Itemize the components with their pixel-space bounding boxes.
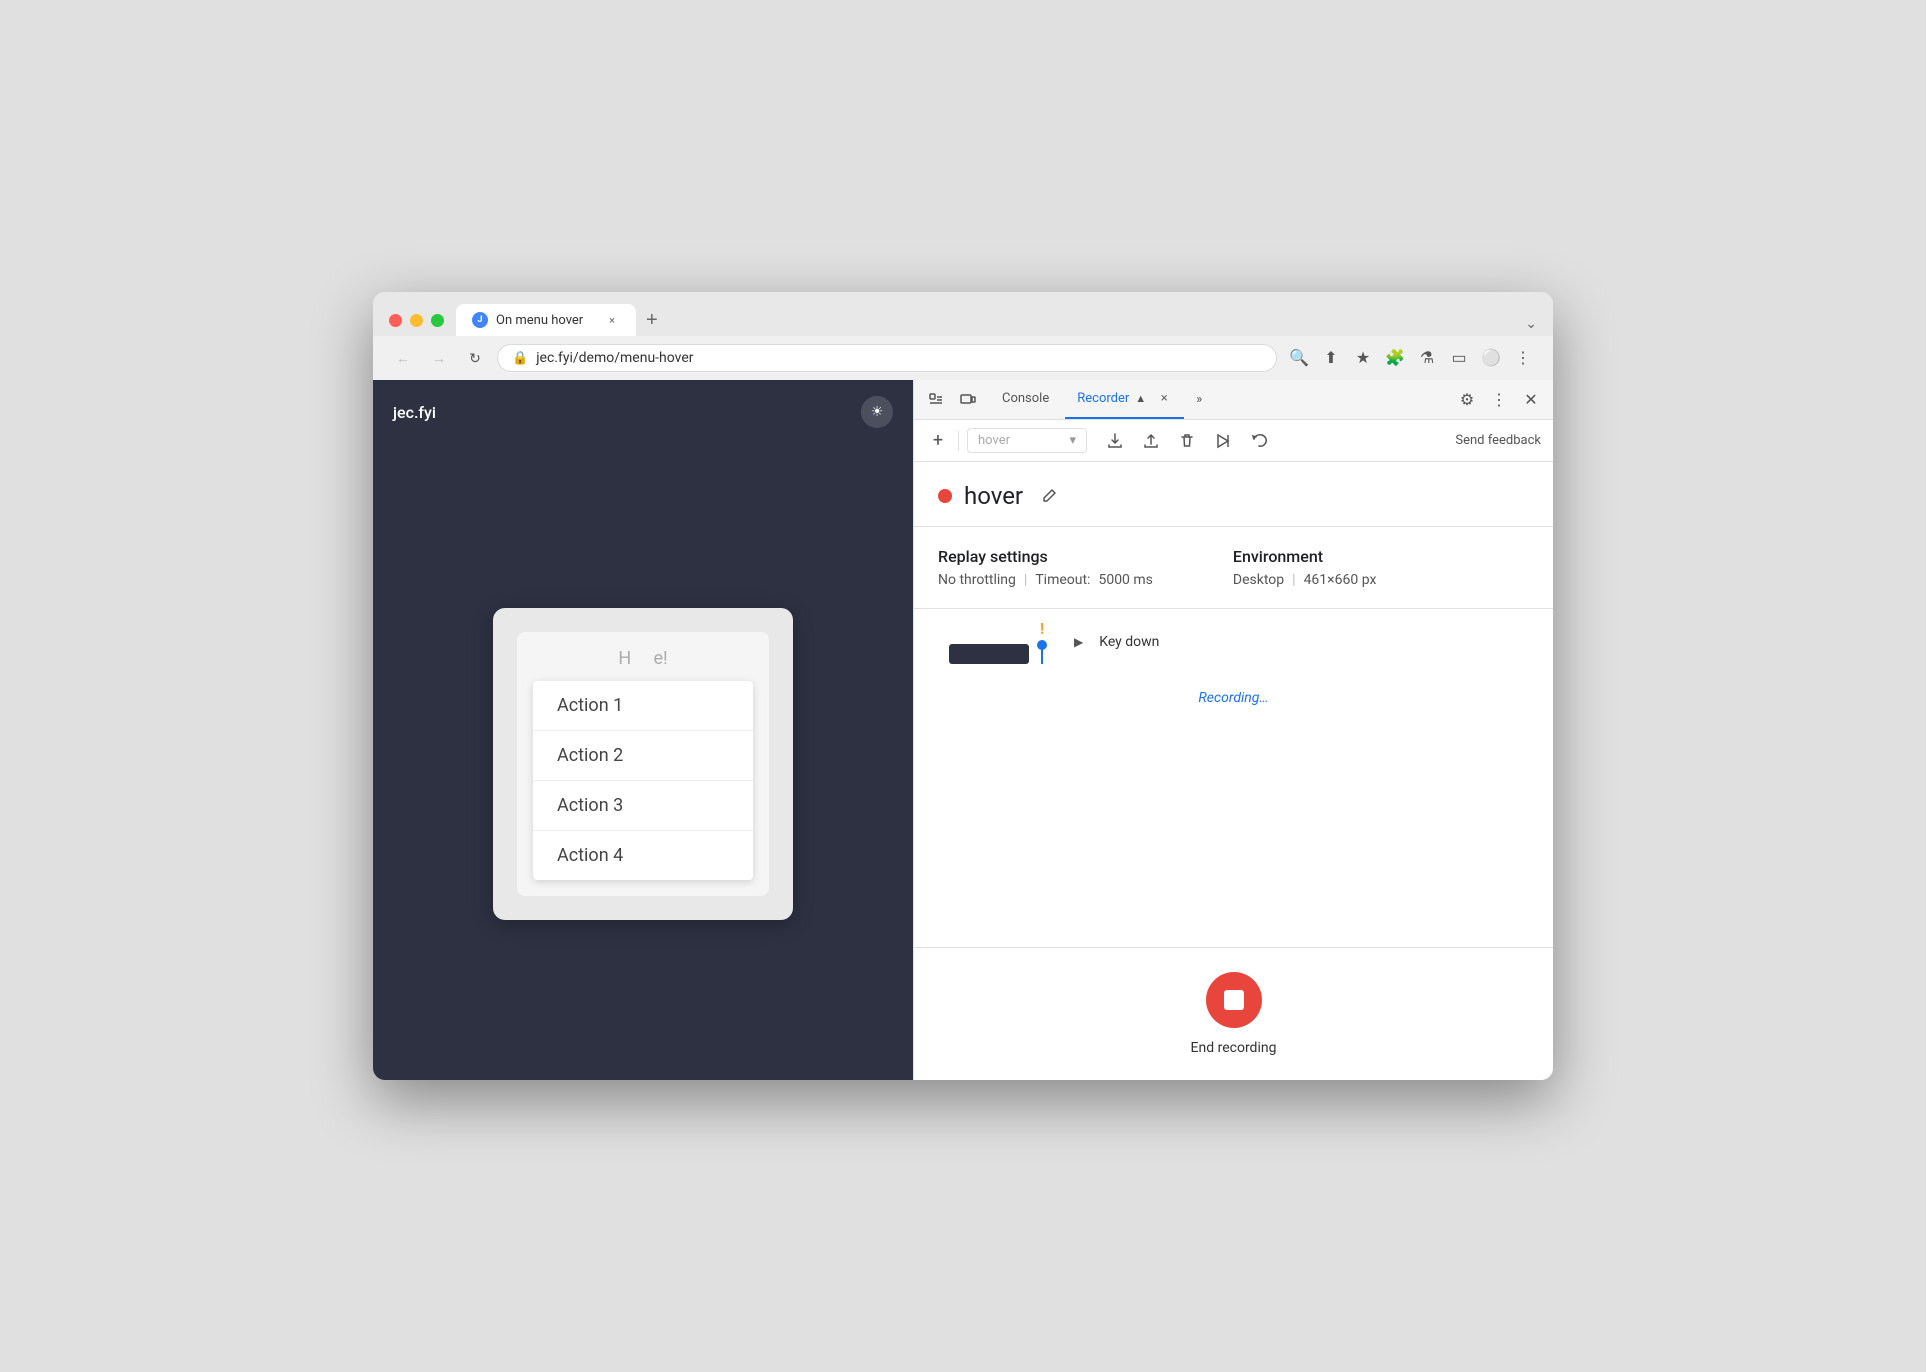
extension-icon-btn[interactable]: 🧩: [1381, 344, 1409, 372]
replay-settings-section: Replay settings No throttling | Timeout:…: [914, 527, 1553, 609]
delete-button[interactable]: [1171, 427, 1203, 455]
end-recording-label: End recording: [1191, 1040, 1277, 1056]
active-tab[interactable]: J On menu hover ×: [456, 304, 636, 336]
tab-bar: J On menu hover × + ⌄: [456, 304, 1537, 336]
step-keydown-label: Key down: [1099, 634, 1159, 650]
tab-close-button[interactable]: ×: [604, 312, 620, 328]
tab-bar-chevron: ⌄: [1525, 313, 1537, 336]
address-bar[interactable]: 🔒 jec.fyi/demo/menu-hover: [497, 344, 1277, 372]
end-recording-button[interactable]: [1206, 972, 1262, 1028]
step-timeline: !: [938, 619, 1058, 664]
recording-header: hover: [914, 462, 1553, 527]
tab-label: On menu hover: [496, 313, 596, 328]
search-icon-btn[interactable]: 🔍: [1285, 344, 1313, 372]
environment-col: Environment Desktop | 461×660 px: [1233, 547, 1377, 588]
edit-recording-name-button[interactable]: [1035, 482, 1063, 510]
minimize-button[interactable]: [410, 314, 423, 327]
demo-card-inner: H e! Action 1 Action 2 Action 3: [517, 632, 769, 896]
replay-button[interactable]: [1207, 427, 1239, 455]
theme-toggle-button[interactable]: ☀: [861, 396, 893, 428]
main-content: jec.fyi ☀ H e! Action 1 Action 2: [373, 380, 1553, 1080]
recording-indicator-dot: [938, 489, 952, 503]
dropdown-arrow-icon: ▾: [1069, 433, 1076, 448]
bookmark-icon-btn[interactable]: ★: [1349, 344, 1377, 372]
tab-console[interactable]: Console: [990, 380, 1061, 419]
recorder-action-buttons: [1099, 427, 1275, 455]
devtools-more-menu-button[interactable]: ⋮: [1485, 386, 1513, 414]
menu-item-2[interactable]: Action 2: [533, 731, 753, 781]
devtools-left-icons: [922, 386, 982, 414]
nav-icons: 🔍 ⬆ ★ 🧩 ⚗ ▭ ⚪ ⋮: [1285, 344, 1537, 372]
menu-item-1[interactable]: Action 1: [533, 681, 753, 731]
step-keydown-item[interactable]: ! ▶ Key down: [914, 609, 1553, 674]
dropdown-menu: Action 1 Action 2 Action 3 Action 4: [533, 681, 753, 880]
environment-detail: Desktop | 461×660 px: [1233, 572, 1377, 588]
stop-icon: [1224, 990, 1244, 1010]
traffic-lights: [389, 314, 444, 327]
nav-bar: ← → ↻ 🔒 jec.fyi/demo/menu-hover 🔍 ⬆ ★ 🧩 …: [373, 336, 1553, 380]
reload-button[interactable]: ↻: [461, 344, 489, 372]
browser-window: J On menu hover × + ⌄ ← → ↻ 🔒 jec.fyi/de…: [373, 292, 1553, 1080]
address-text: jec.fyi/demo/menu-hover: [536, 350, 1262, 366]
timeout-label: Timeout:: [1035, 572, 1090, 588]
menu-item-4[interactable]: Action 4: [533, 831, 753, 880]
recording-name-label: hover: [964, 482, 1023, 510]
share-icon-btn[interactable]: ⬆: [1317, 344, 1345, 372]
inspect-icon-btn[interactable]: [922, 386, 950, 414]
profile-icon-btn[interactable]: ⚪: [1477, 344, 1505, 372]
devtools-tab-bar: Console Recorder ▲ × » ⚙ ⋮ ✕: [914, 380, 1553, 420]
add-recording-button[interactable]: +: [926, 429, 950, 453]
site-header: jec.fyi ☀: [373, 380, 913, 444]
sidebar-icon-btn[interactable]: ▭: [1445, 344, 1473, 372]
replay-settings-col: Replay settings No throttling | Timeout:…: [938, 547, 1153, 588]
menu-icon-btn[interactable]: ⋮: [1509, 344, 1537, 372]
website-panel: jec.fyi ☀ H e! Action 1 Action 2: [373, 380, 913, 1080]
recording-selector-dropdown[interactable]: hover ▾: [967, 428, 1087, 453]
send-feedback-link[interactable]: Send feedback: [1455, 433, 1541, 448]
site-body: H e! Action 1 Action 2 Action 3: [373, 444, 913, 1080]
recorder-toolbar: + hover ▾: [914, 420, 1553, 462]
recording-status-label: Recording…: [914, 674, 1553, 722]
tab-recorder[interactable]: Recorder ▲ ×: [1065, 380, 1184, 419]
dimensions-label: 461×660 px: [1304, 572, 1377, 588]
demo-card: H e! Action 1 Action 2 Action 3: [493, 608, 793, 920]
device-label: Desktop: [1233, 572, 1284, 588]
devtools-settings-bar: ⚙ ⋮ ✕: [1453, 386, 1545, 414]
maximize-button[interactable]: [431, 314, 444, 327]
forward-button[interactable]: →: [425, 344, 453, 372]
device-icon-btn[interactable]: [954, 386, 982, 414]
tab-favicon: J: [472, 312, 488, 328]
step-expand-icon[interactable]: ▶: [1074, 635, 1083, 649]
steps-section: ! ▶ Key down Recording…: [914, 609, 1553, 947]
end-recording-section: End recording: [914, 947, 1553, 1080]
environment-title: Environment: [1233, 547, 1377, 566]
settings-gear-button[interactable]: ⚙: [1453, 386, 1481, 414]
card-text: H e!: [533, 648, 753, 669]
recorder-tab-close[interactable]: ×: [1156, 391, 1172, 407]
import-button[interactable]: [1135, 427, 1167, 455]
timeout-value: 5000 ms: [1098, 572, 1152, 588]
close-button[interactable]: [389, 314, 402, 327]
step-timeline-bar: [949, 644, 1029, 664]
site-logo: jec.fyi: [393, 403, 436, 422]
replay-settings-detail: No throttling | Timeout: 5000 ms: [938, 572, 1153, 588]
flask-icon-btn[interactable]: ⚗: [1413, 344, 1441, 372]
toolbar-divider: [958, 431, 959, 451]
step-vertical-line: [1041, 648, 1043, 664]
devtools-panel: Console Recorder ▲ × » ⚙ ⋮ ✕ +: [913, 380, 1553, 1080]
replay-settings-title: Replay settings: [938, 547, 1153, 566]
more-tabs-button[interactable]: »: [1188, 388, 1210, 411]
undo-button[interactable]: [1243, 427, 1275, 455]
new-tab-button[interactable]: +: [636, 305, 668, 336]
throttling-label: No throttling: [938, 572, 1016, 588]
title-bar: J On menu hover × + ⌄: [373, 292, 1553, 336]
export-button[interactable]: [1099, 427, 1131, 455]
menu-item-3[interactable]: Action 3: [533, 781, 753, 831]
step-warning-icon: !: [1040, 619, 1044, 638]
lock-icon: 🔒: [512, 351, 528, 366]
devtools-close-button[interactable]: ✕: [1517, 386, 1545, 414]
back-button[interactable]: ←: [389, 344, 417, 372]
